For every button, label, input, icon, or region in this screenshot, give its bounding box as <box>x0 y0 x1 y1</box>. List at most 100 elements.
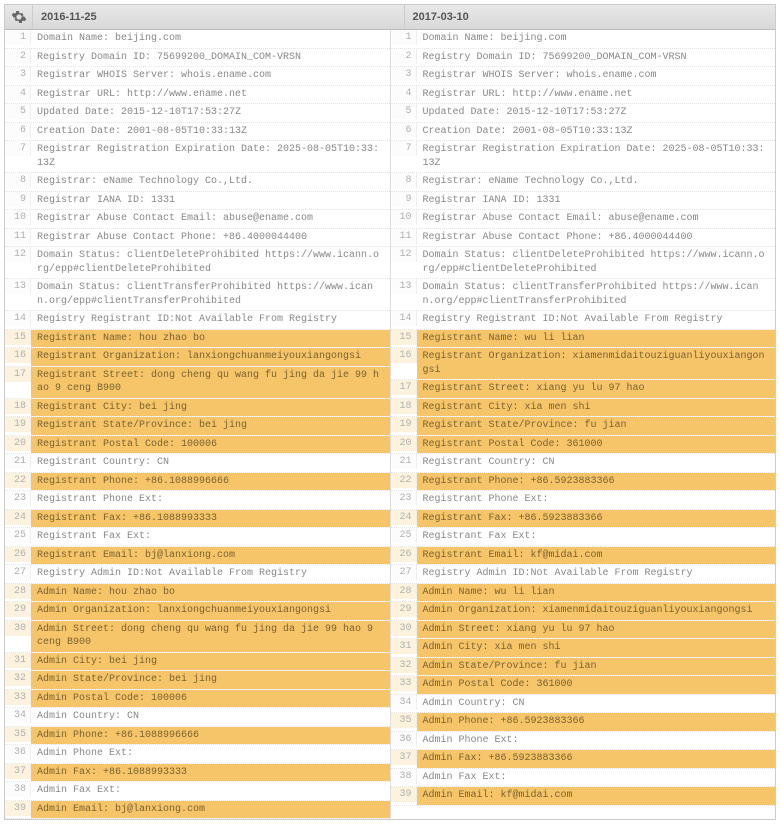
diff-line[interactable]: 30Admin Street: xiang yu lu 97 hao <box>391 621 776 640</box>
diff-line[interactable]: 39Admin Email: bj@lanxiong.com <box>5 801 390 820</box>
diff-line[interactable]: 31Admin City: xia men shi <box>391 639 776 658</box>
diff-line[interactable]: 32Admin State/Province: bei jing <box>5 671 390 690</box>
diff-line[interactable]: 5Updated Date: 2015-12-10T17:53:27Z <box>5 104 390 123</box>
line-number: 4 <box>391 86 417 101</box>
diff-line[interactable]: 22Registrant Phone: +86.1088996666 <box>5 473 390 492</box>
right-header[interactable]: 2017-03-10 <box>405 5 776 29</box>
diff-line[interactable]: 4Registrar URL: http://www.ename.net <box>391 86 776 105</box>
line-number: 20 <box>391 436 417 451</box>
diff-line[interactable]: 14Registry Registrant ID:Not Available F… <box>391 311 776 330</box>
diff-line[interactable]: 38Admin Fax Ext: <box>5 782 390 801</box>
diff-line[interactable]: 12Domain Status: clientDeleteProhibited … <box>391 247 776 279</box>
diff-line[interactable]: 2Registry Domain ID: 75699200_DOMAIN_COM… <box>391 49 776 68</box>
diff-line[interactable]: 36Admin Phone Ext: <box>5 745 390 764</box>
diff-line[interactable]: 35Admin Phone: +86.1088996666 <box>5 727 390 746</box>
line-number: 12 <box>391 247 417 262</box>
diff-line[interactable]: 25Registrant Fax Ext: <box>391 528 776 547</box>
line-number: 9 <box>391 192 417 207</box>
diff-line[interactable]: 15Registrant Name: hou zhao bo <box>5 330 390 349</box>
diff-line[interactable]: 10Registrar Abuse Contact Email: abuse@e… <box>391 210 776 229</box>
diff-line[interactable]: 15Registrant Name: wu li lian <box>391 330 776 349</box>
line-text: Registry Domain ID: 75699200_DOMAIN_COM-… <box>417 49 776 67</box>
diff-line[interactable]: 6Creation Date: 2001-08-05T10:33:13Z <box>5 123 390 142</box>
diff-line[interactable]: 21Registrant Country: CN <box>391 454 776 473</box>
diff-line[interactable]: 14Registry Registrant ID:Not Available F… <box>5 311 390 330</box>
diff-line[interactable]: 13Domain Status: clientTransferProhibite… <box>391 279 776 311</box>
diff-line[interactable]: 38Admin Fax Ext: <box>391 769 776 788</box>
diff-line[interactable]: 26Registrant Email: bj@lanxiong.com <box>5 547 390 566</box>
line-number: 33 <box>5 690 31 705</box>
diff-line[interactable]: 24Registrant Fax: +86.5923883366 <box>391 510 776 529</box>
diff-line[interactable]: 37Admin Fax: +86.1088993333 <box>5 764 390 783</box>
diff-line[interactable]: 34Admin Country: CN <box>5 708 390 727</box>
left-pane[interactable]: 1Domain Name: beijing.com2Registry Domai… <box>5 30 391 819</box>
diff-line[interactable]: 6Creation Date: 2001-08-05T10:33:13Z <box>391 123 776 142</box>
diff-line[interactable]: 12Domain Status: clientDeleteProhibited … <box>5 247 390 279</box>
diff-line[interactable]: 35Admin Phone: +86.5923883366 <box>391 713 776 732</box>
line-text: Registrar URL: http://www.ename.net <box>417 86 776 104</box>
diff-line[interactable]: 7Registrar Registration Expiration Date:… <box>391 141 776 173</box>
diff-line[interactable]: 20Registrant Postal Code: 100006 <box>5 436 390 455</box>
diff-line[interactable]: 27Registry Admin ID:Not Available From R… <box>391 565 776 584</box>
diff-line[interactable]: 25Registrant Fax Ext: <box>5 528 390 547</box>
diff-line[interactable]: 24Registrant Fax: +86.1088993333 <box>5 510 390 529</box>
diff-line[interactable]: 26Registrant Email: kf@midai.com <box>391 547 776 566</box>
diff-line[interactable]: 17Registrant Street: dong cheng qu wang … <box>5 367 390 399</box>
diff-line[interactable]: 33Admin Postal Code: 100006 <box>5 690 390 709</box>
diff-line[interactable]: 31Admin City: bei jing <box>5 653 390 672</box>
line-number: 11 <box>5 229 31 244</box>
diff-line[interactable]: 19Registrant State/Province: bei jing <box>5 417 390 436</box>
diff-line[interactable]: 3Registrar WHOIS Server: whois.ename.com <box>391 67 776 86</box>
diff-line[interactable]: 2Registry Domain ID: 75699200_DOMAIN_COM… <box>5 49 390 68</box>
diff-line[interactable]: 16Registrant Organization: xiamenmidaito… <box>391 348 776 380</box>
diff-line[interactable]: 39Admin Email: kf@midai.com <box>391 787 776 806</box>
diff-line[interactable]: 7Registrar Registration Expiration Date:… <box>5 141 390 173</box>
diff-line[interactable]: 8Registrar: eName Technology Co.,Ltd. <box>5 173 390 192</box>
diff-line[interactable]: 23Registrant Phone Ext: <box>391 491 776 510</box>
settings-button[interactable] <box>5 5 33 29</box>
diff-line[interactable]: 3Registrar WHOIS Server: whois.ename.com <box>5 67 390 86</box>
diff-line[interactable]: 36Admin Phone Ext: <box>391 732 776 751</box>
diff-line[interactable]: 28Admin Name: wu li lian <box>391 584 776 603</box>
diff-line[interactable]: 21Registrant Country: CN <box>5 454 390 473</box>
diff-line[interactable]: 1Domain Name: beijing.com <box>5 30 390 49</box>
right-pane[interactable]: 1Domain Name: beijing.com2Registry Domai… <box>391 30 776 819</box>
diff-line[interactable]: 17Registrant Street: xiang yu lu 97 hao <box>391 380 776 399</box>
diff-line[interactable]: 9Registrar IANA ID: 1331 <box>5 192 390 211</box>
diff-line[interactable]: 1Domain Name: beijing.com <box>391 30 776 49</box>
diff-line[interactable]: 18Registrant City: bei jing <box>5 399 390 418</box>
left-header[interactable]: 2016-11-25 <box>33 5 405 29</box>
diff-line[interactable]: 11Registrar Abuse Contact Phone: +86.400… <box>5 229 390 248</box>
diff-line[interactable]: 9Registrar IANA ID: 1331 <box>391 192 776 211</box>
line-text: Registrar Abuse Contact Email: abuse@ena… <box>31 210 390 228</box>
diff-line[interactable]: 28Admin Name: hou zhao bo <box>5 584 390 603</box>
diff-line[interactable]: 18Registrant City: xia men shi <box>391 399 776 418</box>
diff-line[interactable]: 37Admin Fax: +86.5923883366 <box>391 750 776 769</box>
line-text: Creation Date: 2001-08-05T10:33:13Z <box>417 123 776 141</box>
diff-line[interactable]: 29Admin Organization: lanxiongchuanmeiyo… <box>5 602 390 621</box>
line-text: Registrant Country: CN <box>417 454 776 472</box>
diff-line[interactable]: 22Registrant Phone: +86.5923883366 <box>391 473 776 492</box>
diff-line[interactable]: 5Updated Date: 2015-12-10T17:53:27Z <box>391 104 776 123</box>
diff-line[interactable]: 13Domain Status: clientTransferProhibite… <box>5 279 390 311</box>
line-number: 19 <box>5 417 31 432</box>
diff-line[interactable]: 27Registry Admin ID:Not Available From R… <box>5 565 390 584</box>
line-number: 20 <box>5 436 31 451</box>
diff-line[interactable]: 16Registrant Organization: lanxiongchuan… <box>5 348 390 367</box>
diff-line[interactable]: 32Admin State/Province: fu jian <box>391 658 776 677</box>
diff-line[interactable]: 11Registrar Abuse Contact Phone: +86.400… <box>391 229 776 248</box>
line-number: 8 <box>391 173 417 188</box>
line-number: 14 <box>391 311 417 326</box>
diff-line[interactable]: 8Registrar: eName Technology Co.,Ltd. <box>391 173 776 192</box>
diff-line[interactable]: 34Admin Country: CN <box>391 695 776 714</box>
diff-line[interactable]: 19Registrant State/Province: fu jian <box>391 417 776 436</box>
diff-line[interactable]: 33Admin Postal Code: 361000 <box>391 676 776 695</box>
line-number: 25 <box>5 528 31 543</box>
diff-line[interactable]: 30Admin Street: dong cheng qu wang fu ji… <box>5 621 390 653</box>
diff-line[interactable]: 20Registrant Postal Code: 361000 <box>391 436 776 455</box>
diff-line[interactable]: 10Registrar Abuse Contact Email: abuse@e… <box>5 210 390 229</box>
line-number: 11 <box>391 229 417 244</box>
diff-line[interactable]: 29Admin Organization: xiamenmidaitouzigu… <box>391 602 776 621</box>
diff-line[interactable]: 4Registrar URL: http://www.ename.net <box>5 86 390 105</box>
diff-line[interactable]: 23Registrant Phone Ext: <box>5 491 390 510</box>
